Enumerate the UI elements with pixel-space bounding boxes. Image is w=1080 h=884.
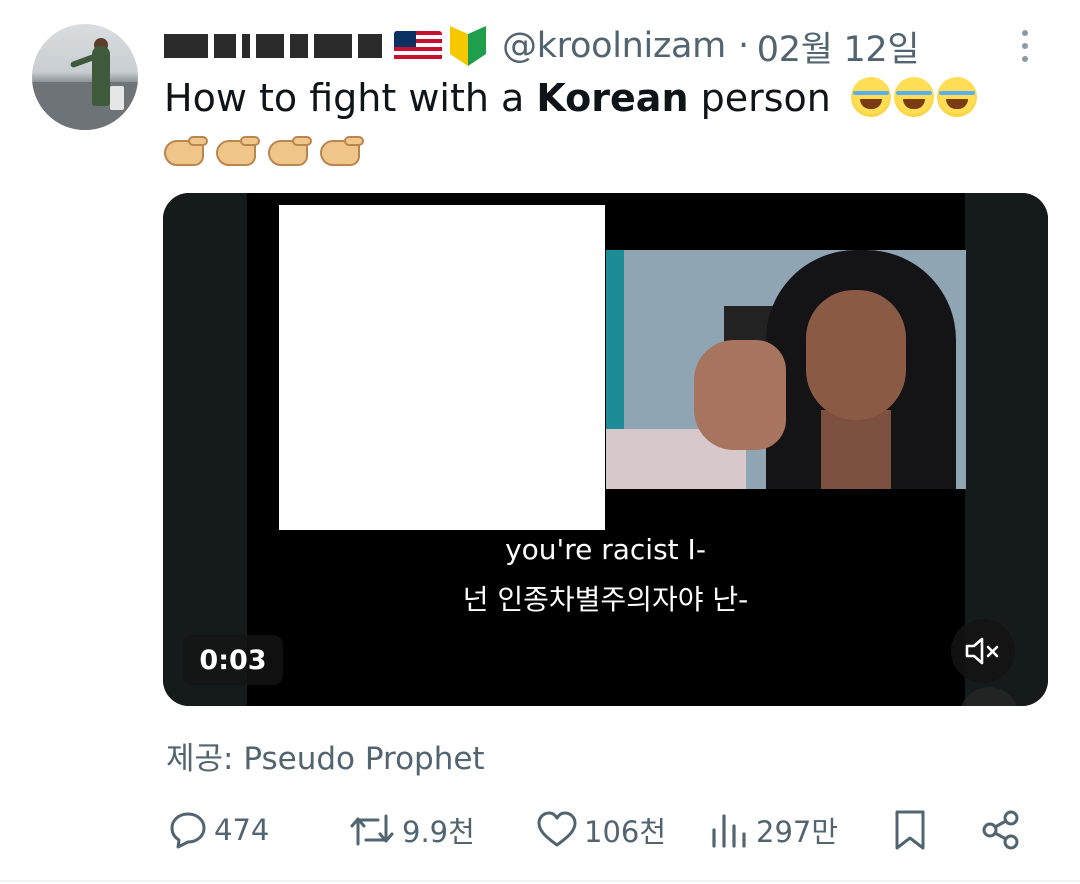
reply-icon: [170, 812, 206, 849]
video-player[interactable]: you're racist I- 넌 인종차별주의자야 난- 0:03: [163, 193, 1048, 706]
avatar[interactable]: [32, 24, 138, 130]
pinching-hand-emoji-icon: [216, 132, 262, 172]
divider: [0, 880, 1080, 882]
tweet-date[interactable]: 02월 12일: [757, 21, 920, 72]
flag-icon: [394, 31, 442, 61]
video-blur-left: [163, 193, 247, 706]
pinching-hand-emoji-icon: [320, 132, 366, 172]
video-scene: [606, 250, 966, 489]
video-white-panel: [279, 205, 605, 530]
like-button[interactable]: 106천: [536, 805, 666, 855]
tweet-text-part: How to fight with a: [164, 76, 537, 120]
tweet-text-part: person: [688, 76, 831, 120]
share-button[interactable]: [980, 805, 1022, 855]
bookmark-icon: [895, 810, 925, 850]
pinching-hand-emoji-icon: [164, 132, 210, 172]
pinching-hand-emoji-icon: [268, 132, 314, 172]
separator: ·: [737, 26, 749, 66]
like-icon: [537, 811, 577, 847]
laughing-emoji-icon: [893, 77, 934, 117]
tweet-text-bold: Korean: [536, 76, 689, 120]
video-time: 0:03: [183, 635, 283, 685]
action-bar: 474 9.9천 106천 297만: [168, 805, 1028, 855]
views-button[interactable]: 297만: [710, 805, 838, 855]
subtitle-korean: 넌 인종차별주의자야 난-: [462, 583, 749, 616]
repost-button[interactable]: 9.9천: [348, 805, 475, 855]
share-icon: [982, 810, 1019, 850]
reply-count: 474: [214, 813, 270, 847]
mute-button[interactable]: [951, 619, 1015, 683]
views-icon: [712, 814, 746, 848]
repost-count: 9.9천: [402, 815, 475, 849]
laughing-emoji-icon: [850, 77, 891, 117]
views-count: 297만: [756, 815, 839, 849]
reply-button[interactable]: 474: [168, 805, 269, 855]
author-handle[interactable]: @kroolnizam: [502, 26, 726, 66]
tweet-header: @kroolnizam · 02월 12일: [164, 21, 920, 72]
beginner-badge-icon: [448, 24, 488, 68]
laughing-emoji-icon: [936, 77, 977, 117]
mute-icon: [965, 637, 999, 665]
like-count: 106천: [584, 815, 667, 849]
more-icon[interactable]: [1010, 26, 1040, 66]
emoji-row: [164, 132, 366, 172]
subtitle-english: you're racist I-: [505, 533, 706, 566]
redacted-display-name[interactable]: [164, 34, 382, 58]
tweet-text: How to fight with a Korean person: [164, 74, 1024, 122]
media-credit[interactable]: 제공: Pseudo Prophet: [166, 733, 485, 778]
repost-icon: [350, 814, 394, 846]
bookmark-button[interactable]: [892, 805, 928, 855]
